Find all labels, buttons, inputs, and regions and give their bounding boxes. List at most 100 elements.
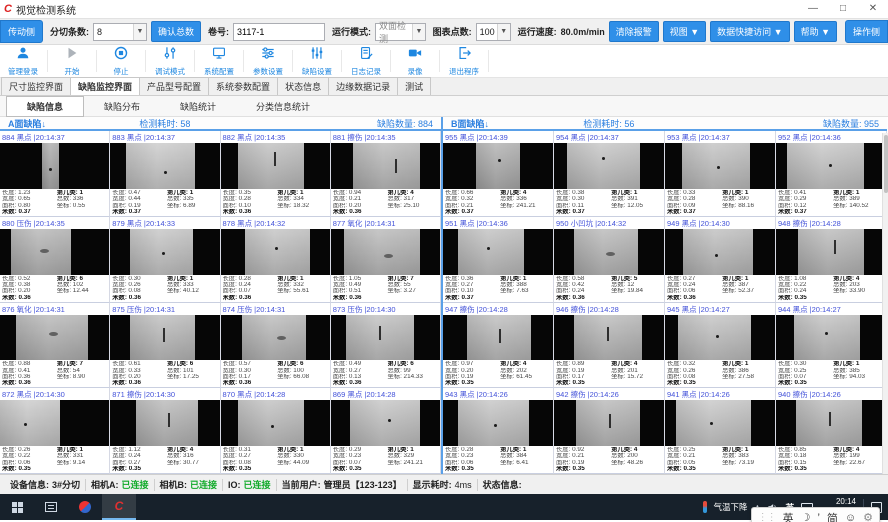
taskbar-app-2-active[interactable]: C: [102, 494, 136, 520]
help-menu-button[interactable]: 帮助 ▼: [794, 21, 837, 42]
defect-card[interactable]: 955 黑点 |20:14:39长度: 0.66宽度: 0.32面积: 0.21…: [443, 131, 554, 217]
defect-card[interactable]: 876 氧化 |20:14:31长度: 0.88宽度: 0.41面积: 0.36…: [0, 303, 110, 389]
clear-alarm-button[interactable]: 清除报警: [609, 21, 659, 42]
defect-card[interactable]: 941 黑点 |20:14:26长度: 0.25宽度: 0.21面积: 0.05…: [665, 388, 776, 474]
material-band: [458, 229, 524, 275]
defect-card[interactable]: 873 压伤 |20:14:30长度: 0.49宽度: 0.27面积: 0.13…: [331, 303, 441, 389]
defect-card[interactable]: 884 黑点 |20:14:37长度: 1.23宽度: 0.65面积: 0.80…: [0, 131, 110, 217]
run-mode-select[interactable]: 双面检测▼: [375, 23, 426, 41]
ime-night-mode-icon[interactable]: ☽: [801, 511, 811, 522]
defect-mark: [49, 168, 52, 171]
weather-text[interactable]: 气温下降: [714, 501, 748, 513]
tab-defect-monitor[interactable]: 缺陷监控界面: [70, 77, 140, 95]
defect-card[interactable]: 952 黑点 |20:14:36长度: 0.41宽度: 0.29面积: 0.12…: [776, 131, 887, 217]
close-button[interactable]: ✕: [858, 0, 888, 18]
strip-count-select[interactable]: 8▼: [93, 23, 147, 41]
system-config-button[interactable]: 系统配置: [196, 45, 242, 77]
defect-card[interactable]: 881 擦伤 |20:14:35长度: 0.94宽度: 0.21面积: 0.20…: [331, 131, 441, 217]
defect-card[interactable]: 877 氧化 |20:14:31长度: 1.05宽度: 0.49面积: 0.51…: [331, 217, 441, 303]
ime-punct[interactable]: ’: [817, 512, 819, 522]
ime-toolbar[interactable]: ⋮⋮ 英 ☽ ’ 简 ☺ ⚙: [751, 507, 880, 522]
minimize-button[interactable]: —: [798, 0, 828, 18]
defect-card[interactable]: 878 黑点 |20:14:32长度: 0.28宽度: 0.24面积: 0.07…: [221, 217, 331, 303]
admin-login-button[interactable]: 管理登录: [0, 45, 46, 77]
defect-card[interactable]: 947 擦伤 |20:14:28长度: 0.97宽度: 0.20面积: 0.19…: [443, 303, 554, 389]
tab-test[interactable]: 测试: [397, 77, 431, 95]
tab-system-params[interactable]: 系统参数配置: [208, 77, 278, 95]
subtab-defect-stats[interactable]: 缺陷统计: [160, 97, 236, 116]
defect-info-right: 第几类: 1总数: 334坐标: 18.32: [277, 190, 328, 216]
defect-card[interactable]: 945 黑点 |20:14:27长度: 0.32宽度: 0.26面积: 0.08…: [665, 303, 776, 389]
ime-emoji-icon[interactable]: ☺: [845, 512, 856, 522]
tab-status-info[interactable]: 状态信息: [277, 77, 329, 95]
operator-side-button[interactable]: 操作侧: [845, 20, 888, 43]
defect-card[interactable]: 944 黑点 |20:14:27长度: 0.30宽度: 0.25面积: 0.07…: [776, 303, 887, 389]
defect-settings-button[interactable]: 缺陷设置: [294, 45, 340, 77]
taskbar-app-1[interactable]: [68, 494, 102, 520]
record-video-button[interactable]: 录像: [392, 45, 438, 77]
defect-info-left: 长度: 0.25宽度: 0.21面积: 0.05米数: 0.35: [667, 447, 722, 473]
defect-thumbnail: [665, 143, 775, 189]
divider: [96, 50, 97, 72]
defect-card[interactable]: 870 黑点 |20:14:28长度: 0.31宽度: 0.27面积: 0.08…: [221, 388, 331, 474]
defect-mark: [715, 254, 718, 257]
subtab-defect-info[interactable]: 缺陷信息: [6, 96, 84, 117]
tab-product-config[interactable]: 产品型号配置: [139, 77, 209, 95]
task-view-button[interactable]: [34, 494, 68, 520]
defect-card[interactable]: 871 擦伤 |20:14:30长度: 1.12宽度: 0.24面积: 0.27…: [110, 388, 220, 474]
defect-mark: [168, 413, 170, 427]
defect-card[interactable]: 949 黑点 |20:14:30长度: 0.27宽度: 0.24面积: 0.06…: [665, 217, 776, 303]
subtab-defect-distribution[interactable]: 缺陷分布: [84, 97, 160, 116]
confirm-total-button[interactable]: 确认总数: [151, 21, 201, 42]
defect-card[interactable]: 942 擦伤 |20:14:26长度: 0.92宽度: 0.21面积: 0.19…: [554, 388, 665, 474]
defect-card[interactable]: 869 黑点 |20:14:28长度: 0.29宽度: 0.23面积: 0.07…: [331, 388, 441, 474]
start-button[interactable]: [0, 494, 34, 520]
exit-program-button[interactable]: 退出程序: [441, 45, 487, 77]
defect-card[interactable]: 880 压伤 |20:14:35长度: 0.52宽度: 0.38面积: 0.20…: [0, 217, 110, 303]
subtab-class-stats[interactable]: 分类信息统计: [236, 97, 330, 116]
defect-mark: [710, 422, 713, 425]
defect-card[interactable]: 951 黑点 |20:14:36长度: 0.36宽度: 0.27面积: 0.10…: [443, 217, 554, 303]
defect-coord: 坐标: 17.25: [167, 374, 218, 380]
stop-button[interactable]: 停止: [98, 45, 144, 77]
defect-card[interactable]: 943 黑点 |20:14:26长度: 0.28宽度: 0.23面积: 0.06…: [443, 388, 554, 474]
defect-card-header: 871 擦伤 |20:14:30: [110, 388, 219, 400]
defect-card-header: 952 黑点 |20:14:36: [776, 131, 886, 143]
log-record-button[interactable]: 日志记录: [343, 45, 389, 77]
ime-lang-en[interactable]: 英: [783, 510, 794, 522]
tab-size-monitor[interactable]: 尺寸监控界面: [1, 77, 71, 95]
defect-info-left: 长度: 0.36宽度: 0.27面积: 0.10米数: 0.37: [445, 276, 500, 302]
data-quick-access-button[interactable]: 数据快捷访问 ▼: [710, 21, 789, 42]
defect-card[interactable]: 948 擦伤 |20:14:28长度: 1.08宽度: 0.22面积: 0.24…: [776, 217, 887, 303]
defect-card[interactable]: 875 压伤 |20:14:31长度: 0.61宽度: 0.33面积: 0.20…: [110, 303, 220, 389]
defect-card[interactable]: 882 黑点 |20:14:35长度: 0.35宽度: 0.28面积: 0.10…: [221, 131, 331, 217]
defect-card[interactable]: 950 小凹坑 |20:14:32长度: 0.58宽度: 0.42面积: 0.2…: [554, 217, 665, 303]
defect-card-header: 943 黑点 |20:14:26: [443, 388, 553, 400]
defect-card[interactable]: 874 压伤 |20:14:31长度: 0.57宽度: 0.30面积: 0.17…: [221, 303, 331, 389]
param-settings-button[interactable]: 参数设置: [245, 45, 291, 77]
defect-info-right: 第几类: 4总数: 201坐标: 15.72: [611, 361, 662, 387]
defect-card[interactable]: 872 黑点 |20:14:30长度: 0.26宽度: 0.22面积: 0.06…: [0, 388, 110, 474]
scrollbar-thumb[interactable]: [884, 135, 888, 193]
ime-drag-handle-icon[interactable]: ⋮⋮: [758, 512, 776, 522]
equalizer-icon: [310, 46, 324, 65]
vertical-scrollbar[interactable]: [882, 133, 888, 474]
start-button[interactable]: 开始: [49, 45, 95, 77]
ime-simplified[interactable]: 简: [827, 510, 838, 522]
material-band: [130, 229, 193, 275]
defect-card[interactable]: 946 擦伤 |20:14:28长度: 0.89宽度: 0.19面积: 0.17…: [554, 303, 665, 389]
debug-mode-button[interactable]: 调试模式: [147, 45, 193, 77]
defect-card[interactable]: 879 黑点 |20:14:33长度: 0.30宽度: 0.26面积: 0.08…: [110, 217, 220, 303]
maximize-button[interactable]: □: [828, 0, 858, 18]
roll-number-input[interactable]: [233, 23, 325, 41]
chart-points-select[interactable]: 100▼: [476, 23, 511, 41]
defect-card[interactable]: 940 擦伤 |20:14:26长度: 0.85宽度: 0.18面积: 0.15…: [776, 388, 887, 474]
view-menu-button[interactable]: 视图 ▼: [663, 21, 706, 42]
defect-card[interactable]: 953 黑点 |20:14:37长度: 0.33宽度: 0.28面积: 0.09…: [665, 131, 776, 217]
ime-settings-gear-icon[interactable]: ⚙: [863, 511, 873, 522]
defect-card[interactable]: 954 黑点 |20:14:37长度: 0.38宽度: 0.30面积: 0.11…: [554, 131, 665, 217]
defect-info: 长度: 0.31宽度: 0.27面积: 0.08米数: 0.35第几类: 1总数…: [221, 446, 330, 473]
defect-card[interactable]: 883 黑点 |20:14:37长度: 0.47宽度: 0.44面积: 0.19…: [110, 131, 220, 217]
tab-edge-data[interactable]: 边缘数据记录: [328, 77, 398, 95]
drive-side-button[interactable]: 传动侧: [0, 20, 43, 43]
